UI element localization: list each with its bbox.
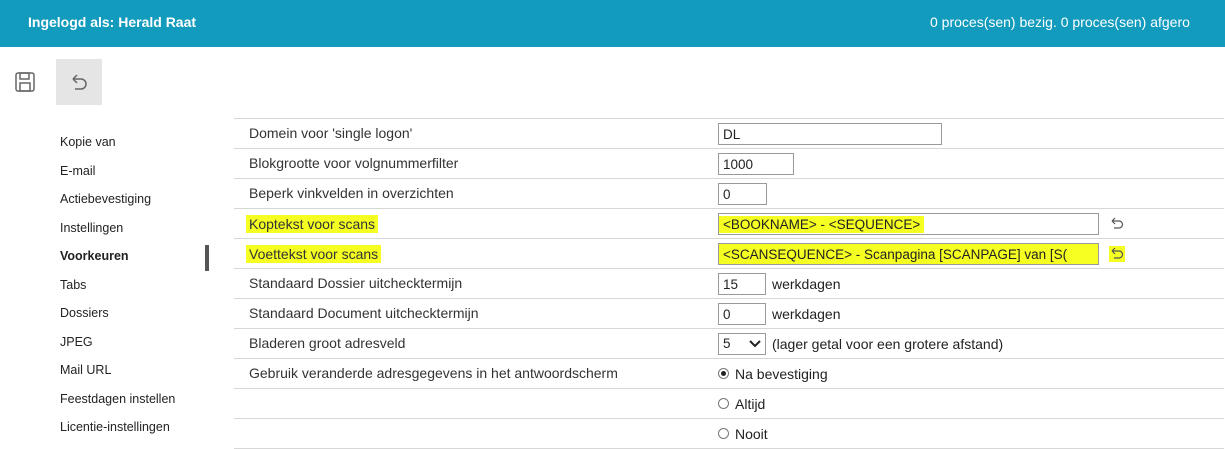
top-bar: Ingelogd als: Herald Raat 0 proces(sen) … [0, 0, 1225, 47]
chevron-down-icon [749, 339, 761, 347]
radio-unselected-icon [718, 428, 729, 439]
sidebar-item-email[interactable]: E-mail [60, 157, 210, 186]
header-scans-input[interactable]: <BOOKNAME> - <SEQUENCE> [718, 212, 1099, 235]
settings-sidebar: Kopie van E-mail Actiebevestiging Instel… [60, 128, 210, 442]
form-row-blocksize: Blokgrootte voor volgnummerfilter 1000 [234, 149, 1224, 179]
sidebar-item-actiebevestiging[interactable]: Actiebevestiging [60, 185, 210, 214]
document-checkout-input[interactable]: 0 [718, 302, 766, 325]
undo-header-scans-icon[interactable] [1109, 216, 1125, 232]
dossier-checkout-input[interactable]: 15 [718, 272, 766, 295]
form-row-document-checkout: Standaard Document uitchecktermijn 0 wer… [234, 299, 1224, 329]
form-row-limit: Beperk vinkvelden in overzichten 0 [234, 179, 1224, 209]
radio-na-bevestiging[interactable]: Na bevestiging [718, 366, 828, 382]
sidebar-item-licentie[interactable]: Licentie-instellingen [60, 413, 210, 442]
active-item-marker [205, 245, 209, 271]
radio-unselected-icon [718, 398, 729, 409]
form-row-dossier-checkout: Standaard Dossier uitchecktermijn 15 wer… [234, 269, 1224, 299]
address-changes-label: Gebruik veranderde adresgegevens in het … [249, 365, 618, 381]
footer-scans-label: Voettekst voor scans [246, 245, 382, 263]
document-checkout-label: Standaard Document uitchecktermijn [249, 305, 479, 321]
sidebar-item-feestdagen[interactable]: Feestdagen instellen [60, 385, 210, 414]
limit-input[interactable]: 0 [718, 182, 767, 205]
browse-select[interactable]: 5 [718, 332, 766, 355]
browse-hint: (lager getal voor een grotere afstand) [772, 335, 1004, 352]
undo-button[interactable] [56, 59, 102, 105]
save-button[interactable] [2, 59, 48, 105]
radio-altijd[interactable]: Altijd [718, 396, 765, 412]
form-row-browse: Bladeren groot adresveld 5 (lager getal … [234, 329, 1224, 359]
preferences-form: Domein voor 'single logon' DL Blokgroott… [234, 118, 1224, 449]
sidebar-item-instellingen[interactable]: Instellingen [60, 214, 210, 243]
sidebar-item-jpeg[interactable]: JPEG [60, 328, 210, 357]
browse-label: Bladeren groot adresveld [249, 335, 406, 351]
dossier-checkout-label: Standaard Dossier uitchecktermijn [249, 275, 463, 291]
blocksize-label: Blokgrootte voor volgnummerfilter [249, 155, 459, 171]
limit-label: Beperk vinkvelden in overzichten [249, 185, 454, 201]
logged-in-user: Ingelogd als: Herald Raat [28, 14, 197, 30]
document-checkout-unit: werkdagen [772, 305, 841, 322]
domain-input[interactable]: DL [718, 122, 942, 145]
sidebar-item-tabs[interactable]: Tabs [60, 271, 210, 300]
form-row-address-changes: Gebruik veranderde adresgegevens in het … [234, 359, 1224, 389]
save-icon [15, 72, 35, 92]
footer-scans-input[interactable]: <SCANSEQUENCE> - Scanpagina [SCANPAGE] v… [718, 242, 1099, 265]
blocksize-input[interactable]: 1000 [718, 152, 794, 175]
header-scans-label: Koptekst voor scans [246, 215, 379, 233]
form-row-footer-scans: Voettekst voor scans <SCANSEQUENCE> - Sc… [234, 239, 1224, 269]
sidebar-item-dossiers[interactable]: Dossiers [60, 299, 210, 328]
undo-icon [72, 74, 87, 90]
form-row-header-scans: Koptekst voor scans <BOOKNAME> - <SEQUEN… [234, 209, 1224, 239]
dossier-checkout-unit: werkdagen [772, 275, 841, 292]
form-row-address-nooit: Nooit [234, 419, 1224, 449]
form-row-domain: Domein voor 'single logon' DL [234, 118, 1224, 149]
toolbar [0, 55, 1225, 109]
undo-footer-scans-icon[interactable] [1109, 245, 1125, 262]
domain-label: Domein voor 'single logon' [249, 125, 413, 141]
radio-nooit[interactable]: Nooit [718, 426, 768, 442]
sidebar-item-mail-url[interactable]: Mail URL [60, 356, 210, 385]
form-row-address-altijd: Altijd [234, 389, 1224, 419]
sidebar-item-voorkeuren[interactable]: Voorkeuren [60, 242, 210, 271]
radio-selected-icon [718, 368, 729, 379]
sidebar-item-kopie-van[interactable]: Kopie van [60, 128, 210, 157]
process-status: 0 proces(sen) bezig. 0 proces(sen) afger… [930, 14, 1190, 30]
browse-select-value: 5 [723, 336, 731, 351]
